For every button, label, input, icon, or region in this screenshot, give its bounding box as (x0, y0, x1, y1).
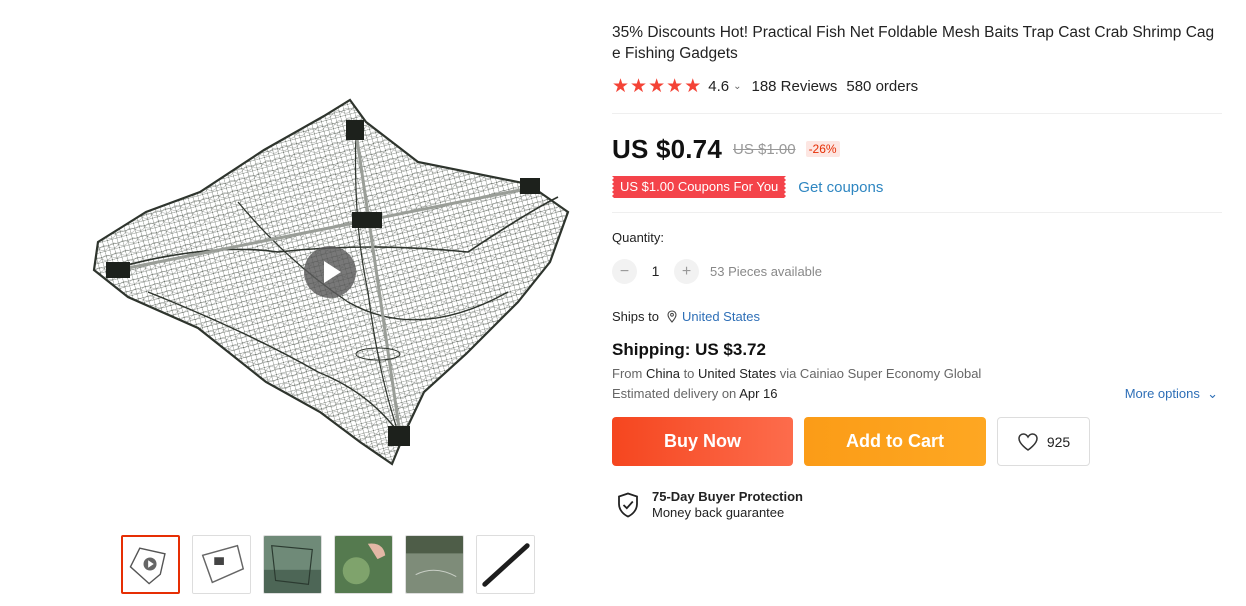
ships-to-row: Ships to United States (612, 307, 1222, 325)
star-icon: ★ (648, 75, 666, 97)
shipping-cost: Shipping: US $3.72 (612, 340, 766, 359)
star-icon: ★ (666, 75, 684, 97)
estimated-delivery: Estimated delivery on Apr 16 (612, 386, 778, 402)
wishlist-button[interactable]: 925 (997, 417, 1090, 466)
thumbnail-item[interactable] (405, 535, 464, 594)
coupon-row: US $1.00 Coupons For You Get coupons (609, 176, 1222, 198)
heart-icon (1018, 432, 1038, 451)
quantity-plus-button[interactable]: + (674, 258, 699, 284)
delivery-date: Apr 16 (739, 386, 778, 401)
star-icon: ★ (630, 75, 648, 97)
reviews-link[interactable]: 188 Reviews (751, 78, 837, 95)
divider (612, 212, 1222, 213)
current-price: US $0.74 (612, 133, 723, 164)
buyer-protection: 75-Day Buyer Protection Money back guara… (612, 489, 1222, 520)
wishlist-count: 925 (1046, 433, 1071, 450)
quantity-stepper: − 1 + 53 Pieces available (612, 258, 1222, 284)
quantity-label: Quantity: (612, 230, 665, 245)
star-rating[interactable]: ★ ★ ★ ★ ★ (612, 77, 701, 96)
rating-row: ★ ★ ★ ★ ★ 4.6 ⌄ 188 Reviews 580 orders (612, 76, 1222, 96)
delivery-row: Estimated delivery on Apr 16 More option… (612, 386, 1218, 402)
more-options-label: More options (1124, 386, 1200, 401)
price-row: US $0.74 US $1.00 -26% (612, 134, 1222, 164)
protection-title: 75-Day Buyer Protection (652, 489, 803, 504)
shipping-to-country: United States (698, 366, 777, 381)
rating-value: 4.6 (708, 77, 730, 95)
star-icon: ★ (612, 75, 630, 97)
chevron-down-icon[interactable]: ⌄ (733, 81, 741, 92)
thumbnail-strip (121, 535, 535, 594)
quantity-input[interactable]: 1 (637, 263, 674, 279)
buy-now-button[interactable]: Buy Now (612, 417, 793, 466)
protection-subtitle: Money back guarantee (652, 505, 785, 520)
get-coupons-link[interactable]: Get coupons (798, 179, 883, 196)
thumbnail-item[interactable] (334, 535, 393, 594)
original-price: US $1.00 (733, 140, 796, 158)
shipping-route: From China to United States via Cainiao … (612, 366, 1222, 381)
divider (612, 113, 1222, 114)
more-options-link[interactable]: More options ⌄ (1125, 386, 1218, 402)
shipping-to-label: to (683, 366, 695, 381)
quantity-available: 53 Pieces available (710, 263, 823, 279)
discount-badge: -26% (805, 141, 840, 157)
product-info-panel: 35% Discounts Hot! Practical Fish Net Fo… (609, 22, 1222, 520)
star-icon: ★ (684, 75, 702, 97)
product-title: 35% Discounts Hot! Practical Fish Net Fo… (612, 24, 1215, 62)
chevron-down-icon: ⌄ (1203, 386, 1218, 401)
coupon-tag[interactable]: US $1.00 Coupons For You (609, 176, 789, 198)
thumbnail-item[interactable] (121, 535, 180, 594)
product-gallery (0, 0, 600, 606)
ships-to-country-link[interactable]: United States (682, 309, 760, 324)
thumbnail-item[interactable] (192, 535, 251, 594)
thumbnail-item[interactable] (476, 535, 535, 594)
shipping-from-label: From (612, 366, 643, 381)
action-buttons: Buy Now Add to Cart 925 (612, 417, 1222, 466)
quantity-minus-button[interactable]: − (612, 258, 637, 284)
delivery-label: Estimated delivery on (612, 386, 737, 401)
ships-to-label: Ships to (612, 308, 659, 324)
shipping-carrier: via Cainiao Super Economy Global (779, 366, 982, 381)
thumbnail-item[interactable] (263, 535, 322, 594)
location-pin-icon (667, 309, 677, 323)
add-to-cart-button[interactable]: Add to Cart (804, 417, 986, 466)
orders-count: 580 orders (846, 77, 919, 95)
video-play-icon[interactable] (304, 246, 356, 298)
shield-check-icon (618, 492, 638, 517)
shipping-from-country: China (645, 366, 680, 381)
